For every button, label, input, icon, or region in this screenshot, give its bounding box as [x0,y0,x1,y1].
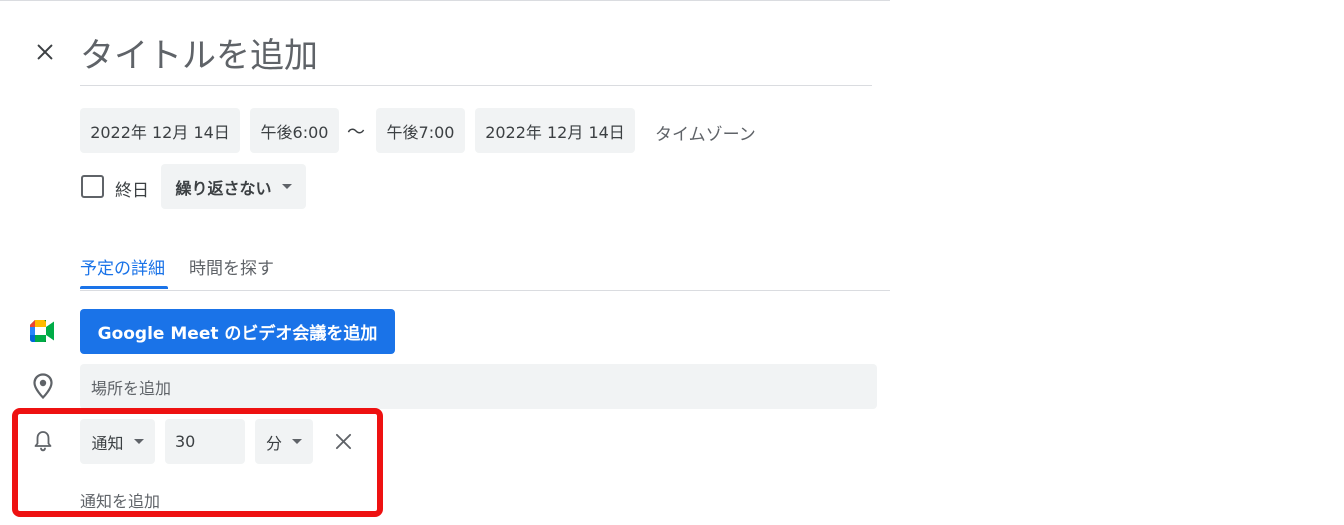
dropdown-caret-icon [133,439,144,444]
close-icon [37,44,53,60]
bell-icon [34,431,52,452]
tab-event-details[interactable]: 予定の詳細 [80,254,165,279]
location-pin-icon [33,373,53,399]
start-time-label: 午後6:00 [260,122,329,142]
end-date-picker[interactable]: 2022年 12月 14日 [475,108,635,153]
dropdown-caret-icon [292,439,302,444]
notification-type-dropdown[interactable]: 通知 [80,419,155,464]
notification-type-label: 通知 [91,433,124,453]
allday-label: 終日 [115,181,149,201]
end-time-picker[interactable]: 午後7:00 [376,108,465,153]
location-input[interactable] [80,364,877,409]
title-input[interactable] [80,22,872,84]
time-range-separator: 〜 [347,122,365,143]
add-notification-link[interactable]: 通知を追加 [80,488,160,512]
close-icon [335,433,351,449]
dropdown-caret-icon [281,184,292,189]
active-tab-indicator [80,286,168,289]
repeat-dropdown[interactable]: 繰り返さない [161,164,306,209]
notification-value-input[interactable] [165,419,245,464]
start-date-label: 2022年 12月 14日 [90,122,230,142]
start-time-picker[interactable]: 午後6:00 [250,108,339,153]
end-date-label: 2022年 12月 14日 [485,122,625,142]
tab-divider [80,290,890,291]
allday-checkbox[interactable] [81,175,104,198]
close-editor-button[interactable] [30,37,60,67]
notification-unit-dropdown[interactable]: 分 [255,419,313,464]
google-meet-icon [30,320,54,342]
start-date-picker[interactable]: 2022年 12月 14日 [80,108,240,153]
end-time-label: 午後7:00 [386,122,455,142]
tab-find-time[interactable]: 時間を探す [189,254,274,279]
notification-unit-label: 分 [265,433,282,453]
timezone-button[interactable]: タイムゾーン [655,120,756,145]
title-field [80,22,872,86]
remove-notification-button[interactable] [329,427,357,455]
add-google-meet-button[interactable]: Google Meet のビデオ会議を追加 [80,309,395,354]
top-divider [0,0,890,1]
repeat-selected-label: 繰り返さない [175,178,272,198]
